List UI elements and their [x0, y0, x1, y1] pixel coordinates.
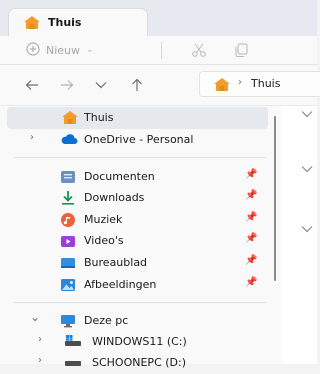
tab-label: Thuis — [48, 16, 82, 29]
chevron-down-icon[interactable] — [301, 223, 313, 236]
sidebar-item-label: Deze pc — [84, 314, 129, 327]
home-icon — [61, 110, 78, 126]
sidebar-item-label: OneDrive - Personal — [84, 133, 194, 146]
sidebar-item-deze-pc[interactable]: ⌄ Deze pc — [0, 310, 268, 332]
sidebar-item-drive-c[interactable]: › WINDOWS11 (C:) — [0, 331, 268, 353]
pin-icon[interactable]: 📌 — [245, 212, 257, 223]
chevron-right-icon[interactable]: › — [38, 334, 42, 345]
sidebar-item-label: Thuis — [84, 111, 114, 124]
sidebar-item-label: Video's — [84, 234, 124, 247]
address-bar[interactable]: › Thuis — [199, 71, 320, 97]
sidebar-divider — [14, 157, 266, 158]
windows-drive-icon — [64, 334, 81, 350]
chevron-down-icon — [95, 82, 107, 89]
title-bar: Thuis — [0, 0, 317, 36]
plus-icon — [26, 41, 40, 59]
chevron-right-icon[interactable]: › — [30, 132, 34, 143]
sidebar-item-muziek[interactable]: Muziek 📌 — [0, 209, 268, 231]
breadcrumb-separator: › — [238, 77, 242, 88]
sidebar-divider — [14, 302, 266, 303]
cut-icon[interactable] — [191, 42, 207, 61]
pictures-icon — [60, 277, 76, 293]
pin-icon[interactable]: 📌 — [245, 255, 257, 266]
tab-thuis[interactable]: Thuis — [8, 8, 148, 36]
arrow-right-icon — [61, 80, 74, 90]
home-icon — [213, 77, 231, 95]
sidebar-item-label: WINDOWS11 (C:) — [92, 335, 187, 348]
back-button[interactable] — [22, 75, 42, 95]
music-icon — [60, 212, 76, 228]
content-pane — [281, 106, 317, 364]
pin-icon[interactable]: 📌 — [245, 233, 257, 244]
copy-icon[interactable] — [233, 42, 249, 61]
forward-button[interactable] — [57, 75, 77, 95]
computer-icon — [60, 313, 76, 329]
toolbar-divider — [161, 42, 162, 59]
arrow-left-icon — [25, 80, 38, 90]
up-button[interactable] — [127, 75, 147, 95]
home-icon — [23, 15, 41, 33]
sidebar-item-bureaublad[interactable]: Bureaublad 📌 — [0, 252, 268, 274]
navigation-bar: › Thuis — [0, 65, 320, 106]
sidebar-item-label: Documenten — [84, 170, 155, 183]
new-button[interactable]: Nieuw ⌄ — [26, 41, 94, 59]
pin-icon[interactable]: 📌 — [245, 190, 257, 201]
sidebar-item-label: Bureaublad — [84, 256, 148, 269]
new-button-label: Nieuw — [46, 43, 81, 57]
videos-icon — [60, 233, 76, 249]
sidebar-item-videos[interactable]: Video's 📌 — [0, 230, 268, 252]
sidebar-item-drive-d[interactable]: › SCHOONEPC (D:) — [0, 352, 268, 374]
drive-icon — [64, 355, 81, 371]
navigation-pane: Thuis › OneDrive - Personal Documenten 📌… — [0, 106, 281, 369]
sidebar-item-label: Muziek — [84, 213, 123, 226]
chevron-down-icon: ⌄ — [86, 45, 94, 55]
sidebar-item-label: SCHOONEPC (D:) — [92, 356, 186, 369]
cloud-icon — [60, 132, 78, 148]
desktop-icon — [60, 255, 76, 271]
breadcrumb-thuis[interactable]: Thuis — [251, 77, 280, 90]
sidebar-scrollbar-thumb[interactable] — [274, 116, 276, 281]
arrow-up-icon — [132, 78, 142, 91]
chevron-down-icon[interactable]: ⌄ — [30, 310, 40, 324]
sidebar-item-afbeeldingen[interactable]: Afbeeldingen 📌 — [0, 274, 268, 296]
sidebar-item-onedrive[interactable]: › OneDrive - Personal — [0, 129, 268, 151]
sidebar-item-label: Downloads — [84, 191, 145, 204]
pin-icon[interactable]: 📌 — [245, 277, 257, 288]
pin-icon[interactable]: 📌 — [245, 169, 257, 180]
sidebar-item-documenten[interactable]: Documenten 📌 — [0, 166, 268, 188]
documents-icon — [60, 169, 76, 185]
chevron-down-icon[interactable] — [301, 108, 313, 121]
chevron-right-icon[interactable]: › — [38, 355, 42, 366]
sidebar-item-thuis[interactable]: Thuis — [7, 107, 268, 129]
sidebar-item-downloads[interactable]: Downloads 📌 — [0, 187, 268, 209]
chevron-down-icon[interactable] — [301, 163, 313, 176]
sidebar-item-label: Afbeeldingen — [84, 278, 157, 291]
command-bar: Nieuw ⌄ — [0, 36, 317, 65]
downloads-icon — [60, 190, 76, 206]
recent-locations-button[interactable] — [91, 75, 111, 95]
